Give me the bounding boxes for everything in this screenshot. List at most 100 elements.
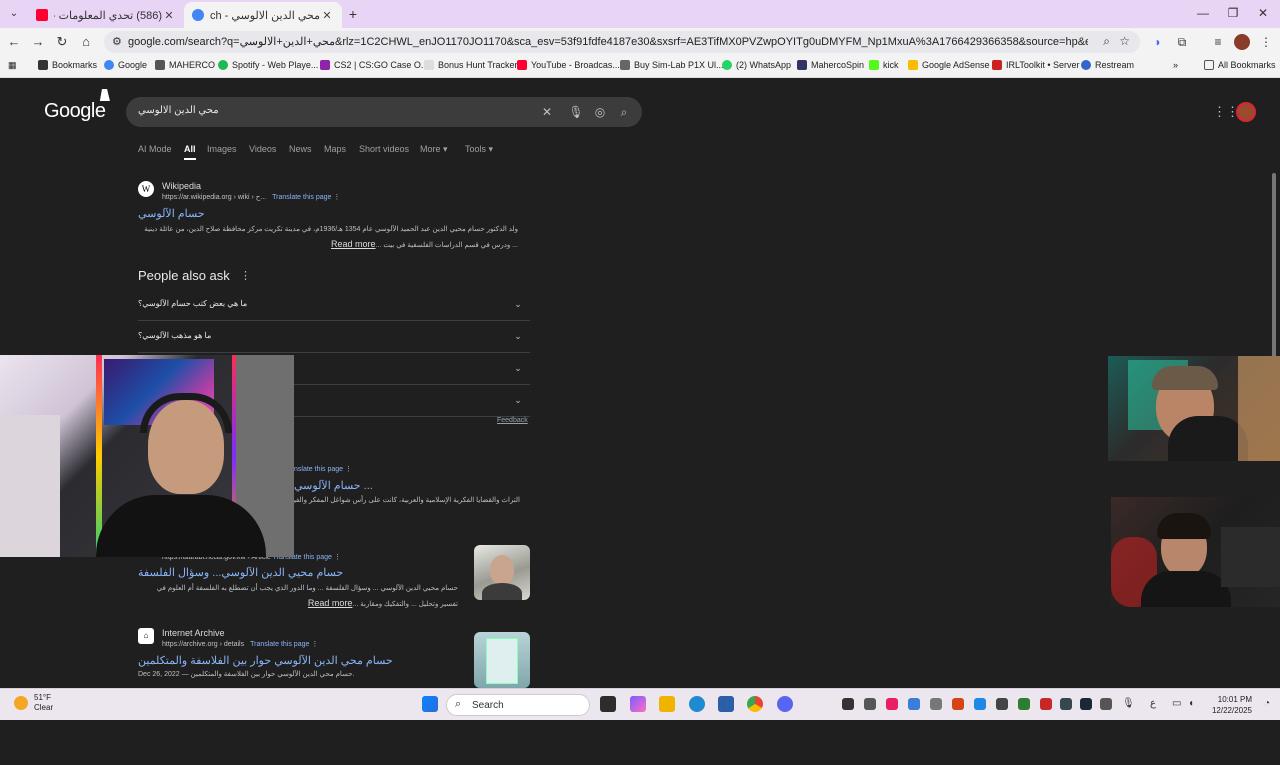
media-controls-icon[interactable]: ≡ [1210,34,1226,50]
steam-icon[interactable] [1080,698,1092,710]
tab-short-videos[interactable]: Short videos [359,144,409,154]
tab-google-search[interactable]: محي الدين الالوسي - Google Search ✕ [184,2,342,28]
reload-icon[interactable]: ↻ [54,34,70,50]
tray-app-icon[interactable] [908,698,920,710]
copilot-icon[interactable] [630,696,646,712]
profile-avatar-icon[interactable] [1234,34,1250,50]
restore-icon[interactable]: ❐ [1218,6,1248,20]
address-bar[interactable]: ⚙ google.com/search?q=محي+الدين+الالوسي&… [104,31,1140,53]
task-view-icon[interactable] [600,696,616,712]
discord-icon[interactable] [777,696,793,712]
page-scrollbar[interactable] [1270,161,1278,765]
search-icon[interactable]: ⌕ [616,104,632,120]
bookmark-item[interactable]: Buy Sim-Lab P1X Ul... [620,60,724,70]
notifications-bell-icon[interactable]: ◔ [1264,698,1270,709]
tab-youtube[interactable]: (586) تحدي المعلومات - الدول ال... ✕ [28,2,184,28]
tray-app-icon[interactable] [886,698,898,710]
keyboard-language[interactable]: ع [1150,698,1156,709]
bookmark-item[interactable]: kick [869,60,899,70]
extensions-puzzle-icon[interactable]: ⧉ [1174,34,1190,50]
new-tab-plus-icon[interactable]: + [346,6,360,22]
close-tab-icon[interactable]: ✕ [320,9,334,22]
chrome-icon[interactable] [747,696,763,712]
tray-app-icon[interactable] [996,698,1008,710]
result-menu-icon[interactable]: ⋮ [334,554,341,561]
bookmark-item[interactable]: Google [104,60,147,70]
tray-app-icon[interactable] [930,698,942,710]
chevron-down-icon[interactable]: ⌄ [510,328,526,344]
bookmarks-overflow-icon[interactable]: » [1173,60,1178,70]
translate-link[interactable]: Translate this page [250,641,309,648]
clear-icon[interactable]: ✕ [539,104,555,120]
lens-camera-icon[interactable]: ◎ [592,104,608,120]
url-text[interactable]: google.com/search?q=محي+الدين+الالوسي&rl… [128,35,1088,48]
taskbar-search[interactable]: ⌕ Search [446,694,590,716]
tray-app-icon[interactable] [1040,698,1052,710]
store-icon[interactable] [718,696,734,712]
chevron-down-icon[interactable]: ⌄ [510,392,526,408]
windows-start-icon[interactable] [422,696,438,712]
extension-wave-icon[interactable]: ◗ [1150,34,1166,50]
result-title-link[interactable]: حسام الآلوسي ... [294,479,373,492]
read-more-link[interactable]: Read more [331,239,376,249]
zoom-magnifier-icon[interactable]: ⌕ [1103,34,1110,49]
read-more-link[interactable]: Read more [308,598,353,608]
tray-app-icon[interactable] [842,698,854,710]
paa-question[interactable]: ما هي بعض كتب حسام الآلوسي؟ ⌄ [138,289,530,321]
bookmark-item[interactable]: Restream [1081,60,1134,70]
file-explorer-icon[interactable] [659,696,675,712]
tray-app-icon[interactable] [864,698,876,710]
tab-tools[interactable]: Tools ▾ [465,144,493,155]
result-title-link[interactable]: حسام الآلوسي [138,207,205,220]
search-box[interactable]: محي الدين الالوسي ✕ 🎙 ◎ ⌕ [126,97,642,127]
tray-app-icon[interactable] [1060,698,1072,710]
paa-menu-icon[interactable]: ⋮ [240,269,251,282]
result-menu-icon[interactable]: ⋮ [345,466,352,473]
close-window-icon[interactable]: ✕ [1248,6,1278,20]
tab-ai-mode[interactable]: AI Mode [138,144,172,154]
minimize-icon[interactable]: — [1188,6,1218,20]
feedback-link[interactable]: Feedback [497,417,528,424]
home-icon[interactable]: ⌂ [78,34,94,50]
bookmark-item[interactable]: Google AdSense [908,60,990,70]
weather-widget[interactable]: 51°F Clear [14,693,53,713]
tab-all[interactable]: All [184,144,196,160]
apps-grid-icon[interactable]: ▦ [8,60,17,71]
account-avatar[interactable] [1236,102,1256,122]
result-title-link[interactable]: حسام محيي الدين الآلوسي... وسؤال الفلسفة [138,566,343,579]
result-thumbnail-portrait[interactable] [474,545,530,600]
result-thumbnail-book[interactable] [474,632,530,688]
forward-arrow-icon[interactable]: → [30,34,46,50]
volume-icon[interactable]: ◖ [1188,698,1194,709]
bookmark-item[interactable]: (2) WhatsApp [722,60,791,70]
bookmark-item[interactable]: Spotify - Web Playe... [218,60,318,70]
translate-link[interactable]: Translate this page [272,194,331,201]
tab-maps[interactable]: Maps [324,144,346,154]
tab-videos[interactable]: Videos [249,144,276,154]
all-bookmarks[interactable]: All Bookmarks [1204,60,1276,70]
microphone-tray-icon[interactable]: 🎙 [1122,698,1135,709]
close-tab-icon[interactable]: ✕ [162,9,176,22]
bluetooth-icon[interactable] [974,698,986,710]
back-arrow-icon[interactable]: ← [6,34,22,50]
bookmark-star-icon[interactable]: ☆ [1119,34,1130,48]
result-menu-icon[interactable]: ⋮ [333,194,340,201]
bookmark-item[interactable]: Bonus Hunt Tracker [424,60,518,70]
tray-app-icon[interactable] [952,698,964,710]
bookmark-item[interactable]: Bookmarks [38,60,97,70]
bookmark-item[interactable]: IRLToolkit • Server [992,60,1080,70]
bookmark-item[interactable]: MAHERCO [155,60,215,70]
microphone-icon[interactable]: 🎙 [568,104,584,120]
google-logo[interactable]: Google [44,100,106,123]
site-info-icon[interactable]: ⚙ [112,35,122,48]
bookmark-item[interactable]: MahercoSpin [797,60,864,70]
result-title-link[interactable]: حسام محي الدين الآلوسي حوار بين الفلاسفة… [138,654,393,667]
tab-images[interactable]: Images [207,144,237,154]
tab-search-chevron-icon[interactable]: ⌄ [6,6,22,22]
bookmark-item[interactable]: YouTube - Broadcas... [517,60,620,70]
menu-kebab-icon[interactable]: ⋮ [1258,34,1274,50]
chevron-down-icon[interactable]: ⌄ [510,296,526,312]
result-site-header[interactable]: ⌂ Internet Archive https://archive.org ›… [138,628,318,648]
translate-link[interactable]: nslate this page [294,466,343,473]
result-menu-icon[interactable]: ⋮ [311,641,318,648]
